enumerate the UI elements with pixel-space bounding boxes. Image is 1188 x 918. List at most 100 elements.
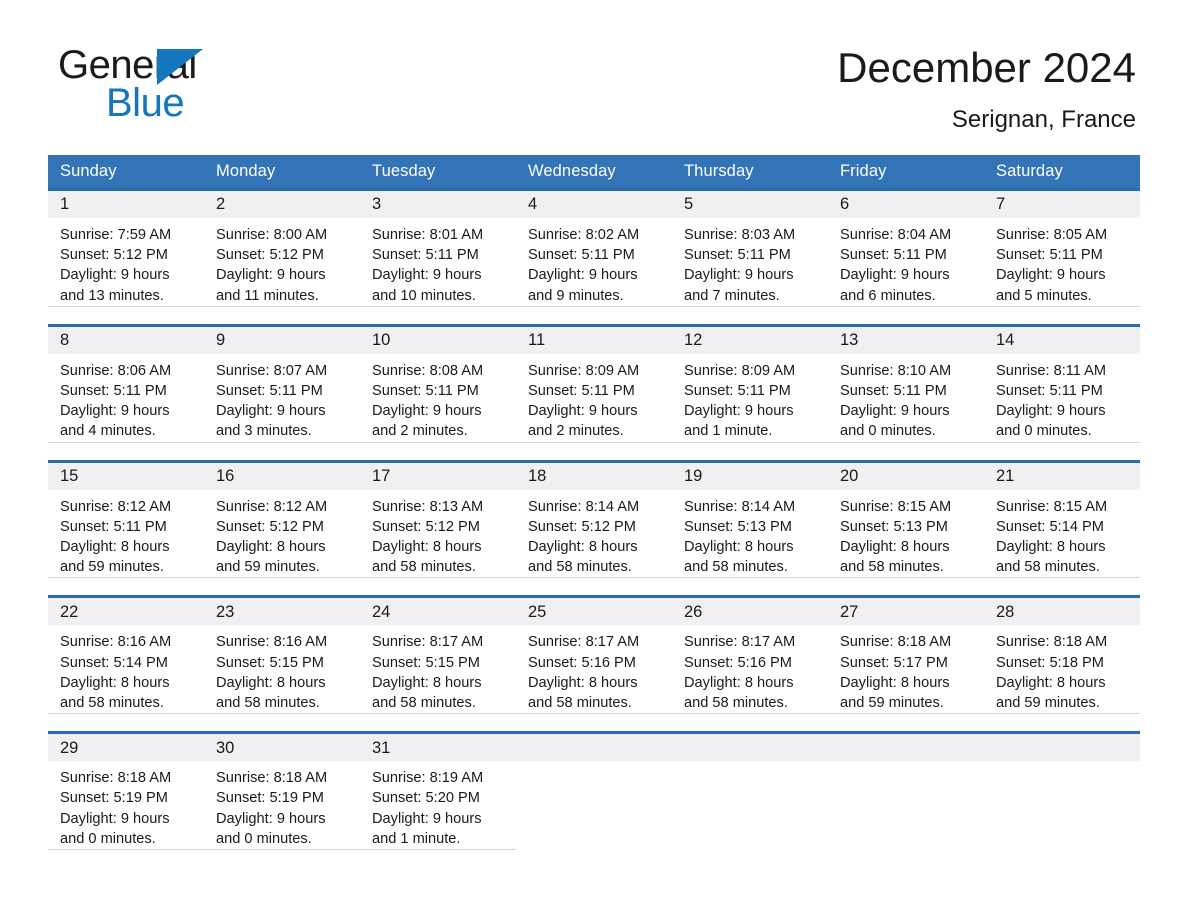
day-details: Sunrise: 8:03 AM Sunset: 5:11 PM Dayligh…: [672, 218, 828, 306]
day-cell[interactable]: 3 Sunrise: 8:01 AM Sunset: 5:11 PM Dayli…: [360, 191, 516, 307]
day-number-band: 11: [516, 326, 672, 354]
daylight-text-line2: and 58 minutes.: [372, 559, 476, 576]
page-title: December 2024: [837, 44, 1136, 91]
day-cell[interactable]: 28 Sunrise: 8:18 AM Sunset: 5:18 PM Dayl…: [984, 598, 1140, 715]
sunset-text: Sunset: 5:12 PM: [528, 518, 636, 535]
day-number-band: 27: [828, 598, 984, 626]
day-cell[interactable]: 9 Sunrise: 8:07 AM Sunset: 5:11 PM Dayli…: [204, 326, 360, 443]
sunset-text: Sunset: 5:16 PM: [684, 654, 792, 671]
day-number-band: 8: [48, 326, 204, 354]
daylight-text-line1: Daylight: 8 hours: [528, 674, 638, 691]
day-number: 26: [684, 602, 703, 621]
sunrise-text: Sunrise: 8:06 AM: [60, 362, 172, 379]
sunrise-text: Sunrise: 8:07 AM: [216, 362, 328, 379]
week-grid: 8 Sunrise: 8:06 AM Sunset: 5:11 PM Dayli…: [48, 326, 1140, 443]
daylight-text-line2: and 58 minutes.: [528, 695, 632, 712]
sunrise-text: Sunrise: 8:02 AM: [528, 227, 640, 243]
sunrise-text: Sunrise: 8:04 AM: [840, 227, 952, 243]
sunrise-text: Sunrise: 8:17 AM: [372, 634, 484, 651]
day-cell[interactable]: 16 Sunrise: 8:12 AM Sunset: 5:12 PM Dayl…: [204, 462, 360, 579]
day-cell[interactable]: 24 Sunrise: 8:17 AM Sunset: 5:15 PM Dayl…: [360, 598, 516, 715]
day-cell[interactable]: 10 Sunrise: 8:08 AM Sunset: 5:11 PM Dayl…: [360, 326, 516, 443]
day-number: 2: [216, 195, 226, 214]
day-cell[interactable]: 17 Sunrise: 8:13 AM Sunset: 5:12 PM Dayl…: [360, 462, 516, 579]
daylight-text-line2: and 59 minutes.: [216, 559, 320, 576]
day-details: Sunrise: 8:11 AM Sunset: 5:11 PM Dayligh…: [984, 354, 1140, 442]
day-cell[interactable]: 18 Sunrise: 8:14 AM Sunset: 5:12 PM Dayl…: [516, 462, 672, 579]
sunset-text: Sunset: 5:11 PM: [684, 247, 791, 264]
day-number: 22: [60, 602, 79, 621]
sunrise-text: Sunrise: 8:17 AM: [528, 634, 640, 651]
daylight-text-line2: and 58 minutes.: [996, 559, 1100, 576]
calendar-grid: Sunday Monday Tuesday Wednesday Thursday…: [48, 155, 1140, 851]
daylight-text-line2: and 58 minutes.: [840, 559, 944, 576]
day-details: Sunrise: 8:09 AM Sunset: 5:11 PM Dayligh…: [672, 354, 828, 442]
sunrise-text: Sunrise: 8:18 AM: [996, 634, 1108, 651]
day-cell[interactable]: 23 Sunrise: 8:16 AM Sunset: 5:15 PM Dayl…: [204, 598, 360, 715]
sunrise-text: Sunrise: 8:18 AM: [840, 634, 952, 651]
day-cell[interactable]: 7 Sunrise: 8:05 AM Sunset: 5:11 PM Dayli…: [984, 191, 1140, 307]
day-cell[interactable]: 5 Sunrise: 8:03 AM Sunset: 5:11 PM Dayli…: [672, 191, 828, 307]
day-cell[interactable]: 20 Sunrise: 8:15 AM Sunset: 5:13 PM Dayl…: [828, 462, 984, 579]
sunset-text: Sunset: 5:12 PM: [216, 247, 324, 264]
daylight-text-line1: Daylight: 9 hours: [996, 267, 1106, 284]
daylight-text-line1: Daylight: 8 hours: [840, 674, 950, 691]
day-cell[interactable]: 1 Sunrise: 7:59 AM Sunset: 5:12 PM Dayli…: [48, 191, 204, 307]
sunset-text: Sunset: 5:14 PM: [60, 654, 168, 671]
calendar-week-row: 29 Sunrise: 8:18 AM Sunset: 5:19 PM Dayl…: [48, 731, 1140, 851]
sunset-text: Sunset: 5:17 PM: [840, 654, 948, 671]
day-cell[interactable]: 8 Sunrise: 8:06 AM Sunset: 5:11 PM Dayli…: [48, 326, 204, 443]
day-cell[interactable]: 27 Sunrise: 8:18 AM Sunset: 5:17 PM Dayl…: [828, 598, 984, 715]
day-cell[interactable]: 19 Sunrise: 8:14 AM Sunset: 5:13 PM Dayl…: [672, 462, 828, 579]
daylight-text-line2: and 6 minutes.: [840, 287, 936, 304]
day-cell[interactable]: 15 Sunrise: 8:12 AM Sunset: 5:11 PM Dayl…: [48, 462, 204, 579]
day-cell[interactable]: 11 Sunrise: 8:09 AM Sunset: 5:11 PM Dayl…: [516, 326, 672, 443]
day-details: Sunrise: 8:07 AM Sunset: 5:11 PM Dayligh…: [204, 354, 360, 442]
triangle-logo-icon: [157, 49, 203, 85]
sunset-text: Sunset: 5:11 PM: [372, 247, 479, 264]
day-number: 21: [996, 466, 1015, 485]
day-cell[interactable]: 2 Sunrise: 8:00 AM Sunset: 5:12 PM Dayli…: [204, 191, 360, 307]
day-cell[interactable]: 26 Sunrise: 8:17 AM Sunset: 5:16 PM Dayl…: [672, 598, 828, 715]
day-number-band: [828, 734, 984, 762]
day-cell[interactable]: 25 Sunrise: 8:17 AM Sunset: 5:16 PM Dayl…: [516, 598, 672, 715]
day-number-band: 21: [984, 462, 1140, 490]
day-cell[interactable]: 4 Sunrise: 8:02 AM Sunset: 5:11 PM Dayli…: [516, 191, 672, 307]
daylight-text-line2: and 0 minutes.: [216, 830, 312, 847]
day-number: 12: [684, 331, 703, 350]
daylight-text-line1: Daylight: 8 hours: [684, 539, 794, 556]
day-cell[interactable]: 22 Sunrise: 8:16 AM Sunset: 5:14 PM Dayl…: [48, 598, 204, 715]
day-cell[interactable]: 30 Sunrise: 8:18 AM Sunset: 5:19 PM Dayl…: [204, 734, 360, 851]
daylight-text-line1: Daylight: 9 hours: [216, 267, 326, 284]
day-number-band: [984, 734, 1140, 762]
weekday-saturday: Saturday: [996, 162, 1063, 180]
location-subtitle: Serignan, France: [951, 106, 1136, 133]
daylight-text-line2: and 3 minutes.: [216, 423, 312, 440]
sunset-text: Sunset: 5:12 PM: [216, 518, 324, 535]
sunset-text: Sunset: 5:12 PM: [372, 518, 480, 535]
general-blue-logo[interactable]: General Blue: [58, 45, 318, 125]
daylight-text-line2: and 0 minutes.: [840, 423, 936, 440]
day-cell[interactable]: 21 Sunrise: 8:15 AM Sunset: 5:14 PM Dayl…: [984, 462, 1140, 579]
daylight-text-line2: and 9 minutes.: [528, 287, 624, 304]
sunrise-text: Sunrise: 8:14 AM: [528, 498, 640, 515]
calendar-week-row: 15 Sunrise: 8:12 AM Sunset: 5:11 PM Dayl…: [48, 459, 1140, 579]
day-number-band: 16: [204, 462, 360, 490]
day-cell[interactable]: 31 Sunrise: 8:19 AM Sunset: 5:20 PM Dayl…: [360, 734, 516, 851]
sunset-text: Sunset: 5:11 PM: [60, 518, 167, 535]
day-number-band: 31: [360, 734, 516, 762]
day-cell[interactable]: 29 Sunrise: 8:18 AM Sunset: 5:19 PM Dayl…: [48, 734, 204, 851]
day-number: 29: [60, 738, 79, 757]
day-cell[interactable]: 13 Sunrise: 8:10 AM Sunset: 5:11 PM Dayl…: [828, 326, 984, 443]
weekday-tuesday: Tuesday: [372, 162, 436, 180]
day-cell-empty: [984, 734, 1140, 850]
day-cell[interactable]: 12 Sunrise: 8:09 AM Sunset: 5:11 PM Dayl…: [672, 326, 828, 443]
weekday-sunday: Sunday: [60, 162, 117, 180]
day-details: Sunrise: 7:59 AM Sunset: 5:12 PM Dayligh…: [48, 218, 204, 306]
day-cell[interactable]: 6 Sunrise: 8:04 AM Sunset: 5:11 PM Dayli…: [828, 191, 984, 307]
day-number: 27: [840, 602, 859, 621]
day-cell[interactable]: 14 Sunrise: 8:11 AM Sunset: 5:11 PM Dayl…: [984, 326, 1140, 443]
day-number: 23: [216, 602, 235, 621]
daylight-text-line2: and 4 minutes.: [60, 423, 156, 440]
sunrise-text: Sunrise: 8:03 AM: [684, 227, 796, 243]
